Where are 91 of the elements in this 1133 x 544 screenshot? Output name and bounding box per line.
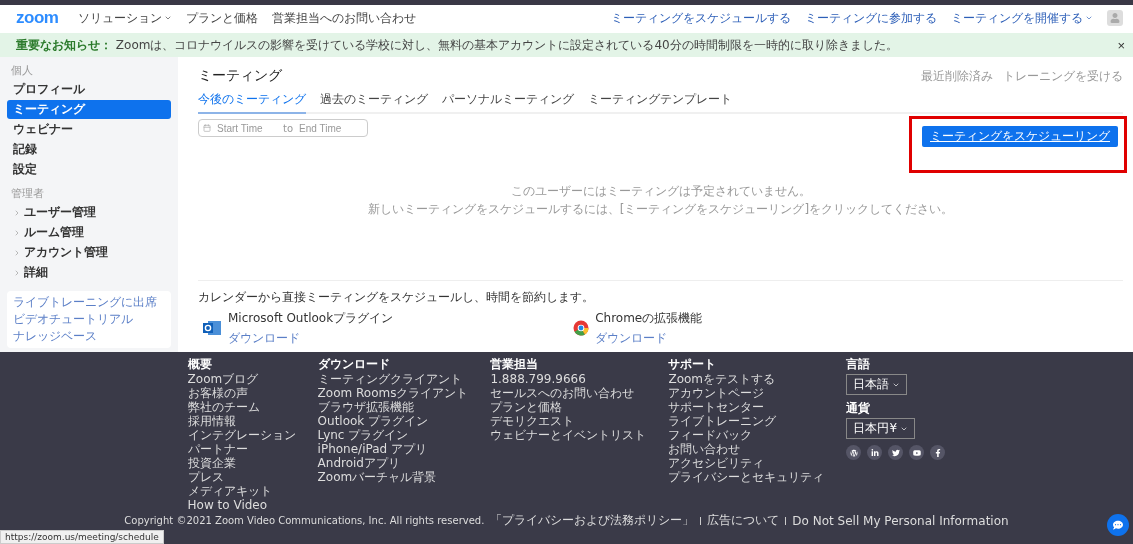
plugin-name: Chromeの拡張機能 — [595, 310, 703, 327]
mail-app-icon — [202, 319, 222, 337]
sidebar-item[interactable]: ウェビナー — [7, 120, 171, 139]
plugin-name: Microsoft Outlookプラグイン — [228, 310, 394, 327]
section-title: 個人 — [11, 63, 34, 78]
footer-link[interactable]: アカウントページ — [668, 386, 825, 400]
tab[interactable]: パーソナルミーティング — [442, 89, 574, 114]
footer-link[interactable]: セールスへのお問い合わせ — [490, 386, 647, 400]
footer-link[interactable]: お客様の声 — [187, 386, 296, 400]
legal-link[interactable]: 広告について — [707, 512, 780, 529]
calendar-icon — [203, 124, 211, 132]
download-link[interactable]: ダウンロード — [228, 331, 300, 346]
footer-heading: サポート — [668, 357, 718, 372]
header-link[interactable]: ミーティングをスケジュールする — [611, 9, 791, 27]
footer-heading: 概要 — [187, 357, 213, 372]
footer-link[interactable]: お問い合わせ — [668, 442, 825, 456]
section-title: 管理者 — [11, 186, 45, 201]
sidebar-item[interactable]: ユーザー管理 — [7, 203, 171, 222]
legal-link[interactable]: Do Not Sell My Personal Information — [792, 513, 1009, 528]
tab[interactable]: ミーティングテンプレート — [588, 89, 732, 114]
header-link[interactable]: ミーティングを開催する — [951, 9, 1093, 27]
empty-message: このユーザーにはミーティングは予定されていません。 — [510, 183, 811, 200]
footer-link[interactable]: ライブトレーニング — [668, 414, 825, 428]
empty-message: 新しいミーティングをスケジュールするには、[ミーティングをスケジューリング]をクリックしてください。 — [367, 201, 954, 218]
download-link[interactable]: ダウンロード — [595, 331, 668, 346]
browser-icon — [573, 320, 590, 336]
footer-link[interactable]: iPhone/iPad アプリ — [317, 442, 469, 456]
footer-link[interactable]: インテグレーション — [187, 428, 296, 442]
footer-select[interactable]: 日本語 — [846, 374, 908, 395]
schedule-meeting-button[interactable]: ミーティングをスケジューリング — [922, 126, 1118, 147]
header-link[interactable]: ミーティングに参加する — [805, 9, 937, 27]
footer-link[interactable]: デモリクエスト — [490, 414, 647, 428]
footer-link[interactable]: ウェビナーとイベントリスト — [490, 428, 647, 442]
footer-link[interactable]: 投資企業 — [187, 456, 296, 470]
twitter-icon[interactable] — [888, 445, 904, 460]
nav-link[interactable]: ソリューション — [78, 9, 173, 27]
sidebar-item[interactable]: 詳細 — [7, 263, 171, 282]
status-url: https://zoom.us/meeting/schedule — [0, 530, 164, 544]
footer-link[interactable]: アクセシビリティ — [668, 456, 825, 470]
footer-link[interactable]: プランと価格 — [490, 400, 647, 414]
sidebar-item[interactable]: ルーム管理 — [7, 223, 171, 242]
tab[interactable]: 今後のミーティング — [198, 89, 306, 114]
footer-link[interactable]: メディアキット — [187, 484, 296, 498]
wordpress-icon[interactable] — [846, 445, 862, 460]
facebook-icon[interactable] — [930, 445, 946, 460]
help-link[interactable]: ライブトレーニングに出席 — [13, 295, 165, 310]
sidebar-item[interactable]: ミーティング — [7, 100, 171, 119]
footer-link[interactable]: 採用情報 — [187, 414, 296, 428]
sidebar-item[interactable]: アカウント管理 — [7, 243, 171, 262]
footer-link[interactable]: Zoomブログ — [187, 372, 296, 386]
notice-text: 重要なお知らせ： Zoomは、コロナウイルスの影響を受けている学校に対し、無料の基本アカウントに設定されている40分の時間制限を一時的に取り除きました。 — [16, 36, 898, 54]
tab[interactable]: 過去のミーティング — [320, 89, 428, 114]
footer-link[interactable]: プレス — [187, 470, 296, 484]
footer-heading: ダウンロード — [317, 357, 391, 372]
footer-link[interactable]: Androidアプリ — [317, 456, 469, 470]
help-link[interactable]: ナレッジベース — [13, 329, 165, 344]
sidebar-item[interactable]: 設定 — [7, 160, 171, 179]
youtube-icon[interactable] — [909, 445, 925, 460]
copyright-text: Copyright ©2021 Zoom Video Communications, Inc. All rights reserved. — [124, 515, 485, 526]
footer-link[interactable]: Zoom Roomsクライアント — [317, 386, 469, 400]
footer-heading: 言語 — [846, 357, 872, 372]
page-title: ミーティング — [198, 67, 282, 85]
nav-link[interactable]: 営業担当へのお問い合わせ — [272, 9, 417, 27]
end-time-input[interactable]: End Time — [299, 122, 360, 134]
footer-link[interactable]: Zoomをテストする — [668, 372, 825, 386]
footer-link[interactable]: フィードバック — [668, 428, 825, 442]
footer-link[interactable]: Lync プラグイン — [317, 428, 469, 442]
footer-link[interactable]: How to Video — [187, 498, 296, 512]
range-separator: to — [283, 122, 294, 134]
linkedin-icon[interactable] — [867, 445, 883, 460]
footer-link[interactable]: パートナー — [187, 442, 296, 456]
footer-link[interactable]: 弊社のチーム — [187, 400, 296, 414]
footer-link[interactable]: ブラウザ拡張機能 — [317, 400, 469, 414]
footer-link[interactable]: Outlook プラグイン — [317, 414, 469, 428]
help-link[interactable]: ビデオチュートリアル — [13, 312, 165, 327]
footer-heading: 営業担当 — [490, 357, 540, 372]
footer-heading: 通貨 — [846, 401, 872, 416]
footer-link[interactable]: プライバシーとセキュリティ — [668, 470, 825, 484]
close-button[interactable]: × — [1117, 37, 1125, 53]
calendar-note: カレンダーから直接ミーティングをスケジュールし、時間を節約します。 — [198, 289, 595, 306]
nav-link[interactable]: プランと価格 — [186, 9, 259, 27]
sidebar-item[interactable]: プロフィール — [7, 80, 171, 99]
sidebar-item[interactable]: 記録 — [7, 140, 171, 159]
footer-select[interactable]: 日本円¥ — [846, 418, 916, 439]
chat-icon — [1113, 520, 1123, 530]
footer-link[interactable]: ミーティングクライアント — [317, 372, 469, 386]
start-time-input[interactable]: Start Time — [217, 122, 277, 134]
footer-link[interactable]: Zoomバーチャル背景 — [317, 470, 469, 484]
footer-link[interactable]: 1.888.799.9666 — [490, 372, 647, 386]
footer-link[interactable]: サポートセンター — [668, 400, 825, 414]
legal-link[interactable]: 「プライバシーおよび法務ポリシー」 — [490, 512, 695, 529]
